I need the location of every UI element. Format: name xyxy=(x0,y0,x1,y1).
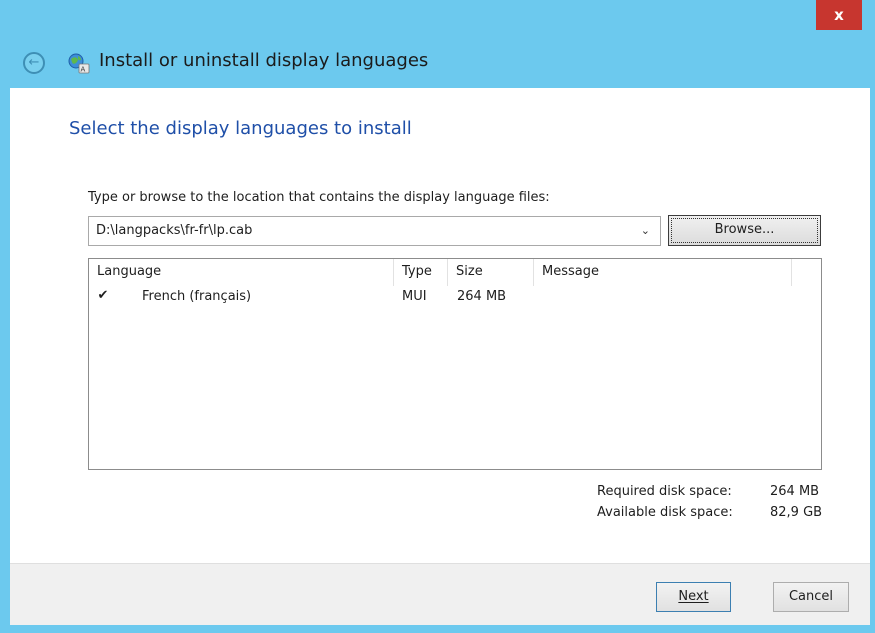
next-button[interactable]: Next xyxy=(656,582,731,612)
language-size: 264 MB xyxy=(457,289,507,304)
back-button[interactable]: ← xyxy=(23,52,45,74)
column-header-language[interactable]: Language xyxy=(89,259,394,286)
button-footer: Next Cancel xyxy=(10,563,870,625)
column-header-type[interactable]: Type xyxy=(394,259,448,286)
navigation-bar: ← A Install or uninstall display languag… xyxy=(0,36,875,88)
content-panel: Select the display languages to install … xyxy=(10,88,870,563)
language-checkbox[interactable]: ✔ xyxy=(96,289,110,303)
list-header: Language Type Size Message xyxy=(89,259,821,286)
next-button-label: Next xyxy=(678,589,709,604)
column-header-message[interactable]: Message xyxy=(534,259,792,286)
close-button[interactable]: x xyxy=(816,0,862,30)
language-name: French (français) xyxy=(142,289,252,304)
cancel-button-label: Cancel xyxy=(788,589,834,604)
svg-text:A: A xyxy=(81,66,86,74)
column-header-size[interactable]: Size xyxy=(448,259,534,286)
language-type: MUI xyxy=(402,289,427,304)
dropdown-chevron-icon[interactable]: ⌄ xyxy=(641,224,650,237)
path-combobox[interactable]: D:\langpacks\fr-fr\lp.cab ⌄ xyxy=(88,216,661,246)
focus-outline xyxy=(671,218,818,243)
checkmark-icon: ✔ xyxy=(97,288,109,303)
language-list[interactable]: Language Type Size Message ✔ French (fra… xyxy=(88,258,822,470)
required-disk-space-label: Required disk space: xyxy=(597,484,732,499)
required-disk-space-value: 264 MB xyxy=(770,484,820,499)
path-value: D:\langpacks\fr-fr\lp.cab xyxy=(96,223,253,238)
close-icon: x xyxy=(834,6,844,24)
browse-button[interactable]: Browse... xyxy=(668,215,821,246)
title-bar: x xyxy=(0,0,875,36)
cancel-button[interactable]: Cancel xyxy=(773,582,849,612)
language-globe-icon: A xyxy=(68,53,90,74)
disk-space-values: 264 MB 82,9 GB xyxy=(770,481,822,523)
available-disk-space-value: 82,9 GB xyxy=(770,505,823,520)
instruction-text: Type or browse to the location that cont… xyxy=(88,190,550,205)
window-title: Install or uninstall display languages xyxy=(99,50,429,71)
list-item[interactable]: ✔ French (français) MUI 264 MB xyxy=(89,286,821,308)
back-arrow-icon: ← xyxy=(28,55,40,70)
disk-space-labels: Required disk space: Available disk spac… xyxy=(597,481,733,523)
available-disk-space-label: Available disk space: xyxy=(597,505,733,520)
page-heading: Select the display languages to install xyxy=(69,118,412,139)
